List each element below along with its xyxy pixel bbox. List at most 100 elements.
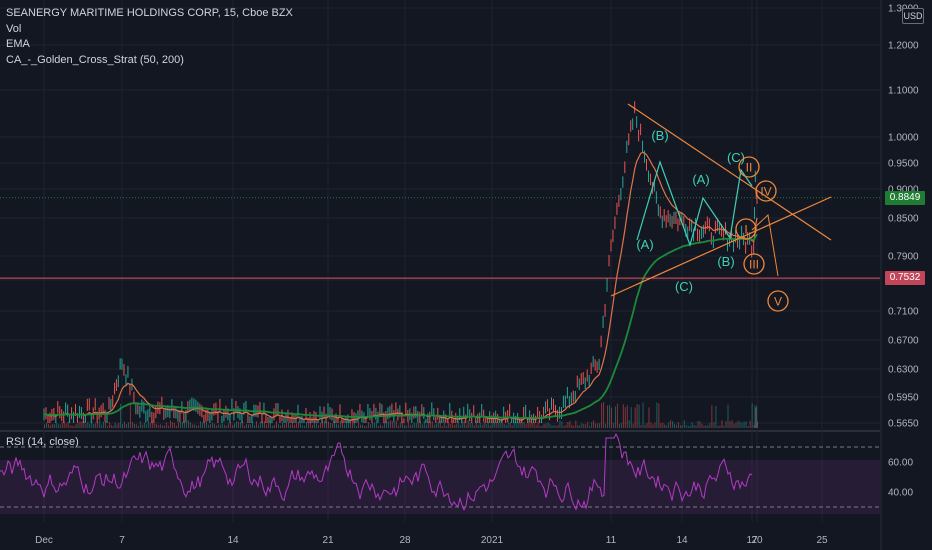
volume-bar [165,422,167,428]
volume-bar [187,420,189,428]
volume-bar [503,423,505,428]
volume-bar [217,424,219,428]
volume-bar [157,425,159,428]
volume-bar [114,422,116,428]
indicator-vol[interactable]: Vol [6,22,293,38]
volume-bar [477,424,479,428]
volume-bar [441,425,443,428]
volume-bar [725,421,727,428]
volume-bar [295,423,297,428]
volume-bar [373,422,375,428]
volume-bar [499,423,501,428]
volume-bar [61,422,63,428]
volume-bar [93,423,95,428]
volume-bar [109,422,110,428]
volume-bar [55,422,57,428]
volume-bar [541,425,543,428]
volume-bar [437,421,439,428]
volume-bar [644,424,646,428]
volume-bar [411,424,413,428]
volume-bar [479,423,481,428]
volume-bar [249,424,251,428]
volume-bar [399,422,401,428]
wave-label-orange: I [744,223,747,237]
rsi-panel [0,433,880,514]
volume-bar [65,423,67,428]
volume-bar [245,423,247,428]
y-tick-label: 1.2000 [888,41,919,52]
volume-bar [595,423,597,428]
volume-bar [443,422,445,428]
volume-bar [141,424,143,428]
volume-bar [697,420,699,428]
volume-bar [243,425,245,428]
currency-badge[interactable]: USD [902,8,924,24]
volume-bar [531,422,533,428]
volume-bar [211,422,213,428]
volume-bar [335,423,337,428]
volume-bar [307,422,309,428]
indicator-ema[interactable]: EMA [6,37,293,53]
volume-bar [599,423,601,428]
y-tick-label: 1.0000 [888,133,919,144]
volume-bar [693,424,695,428]
volume-bar [59,424,61,428]
volume-bar [299,423,301,428]
volume-bar [110,424,112,428]
volume-bar [147,420,149,428]
volume-bar [365,425,367,428]
volume-bar [557,424,559,428]
volume-bar [263,421,265,428]
volume-bar [523,421,525,428]
volume-bar [729,421,731,428]
volume-bar [127,422,129,428]
volume-bar [559,420,561,428]
volume-bar [395,420,397,428]
volume-bar [363,425,365,428]
volume-bar [757,421,758,428]
volume-bar [672,421,674,428]
volume-bar [675,424,677,428]
wave-label-teal: (B) [651,128,668,143]
volume-bar [723,425,725,428]
volume-bar [413,422,415,428]
volume-bar [235,421,237,428]
volume-bar [215,425,217,428]
volume-bar [315,423,317,428]
volume-bar [677,422,679,428]
volume-bar [569,420,571,428]
volume-bar [387,421,389,428]
volume-bar [607,405,609,428]
volume-bar [624,407,626,428]
volume-bar [287,421,289,428]
volume-bar [175,425,177,428]
volume-bar [660,423,662,428]
volume-bar [642,402,644,428]
volume-bar [650,422,652,428]
volume-bar [47,423,49,428]
volume-bar [293,424,295,428]
volume-bar [375,420,377,428]
volume-bar [159,424,161,428]
volume-bar [213,423,215,428]
volume-bar [553,425,555,428]
symbol-title[interactable]: SEANERGY MARITIME HOLDINGS CORP, 15, Cbo… [6,6,293,22]
volume-bar [465,424,467,428]
rsi-band [0,460,880,514]
volume-bar [473,425,475,428]
volume-bar [733,423,735,428]
indicator-golden-cross[interactable]: CA_-_Golden_Cross_Strat (50, 200) [6,53,293,69]
volume-bar [453,425,455,428]
rsi-title[interactable]: RSI (14, close) [6,436,79,448]
volume-bar [681,425,683,428]
volume-bar [331,423,333,428]
volume-bar [537,420,539,428]
volume-bar [509,422,511,428]
wave-label-teal: (A) [636,237,653,252]
wave-label-orange: IV [760,185,771,199]
volume-bar [361,424,363,428]
volume-bar [421,424,423,428]
volume-bar [433,424,435,428]
volume-bar [101,424,103,428]
volume-bar [339,420,341,428]
